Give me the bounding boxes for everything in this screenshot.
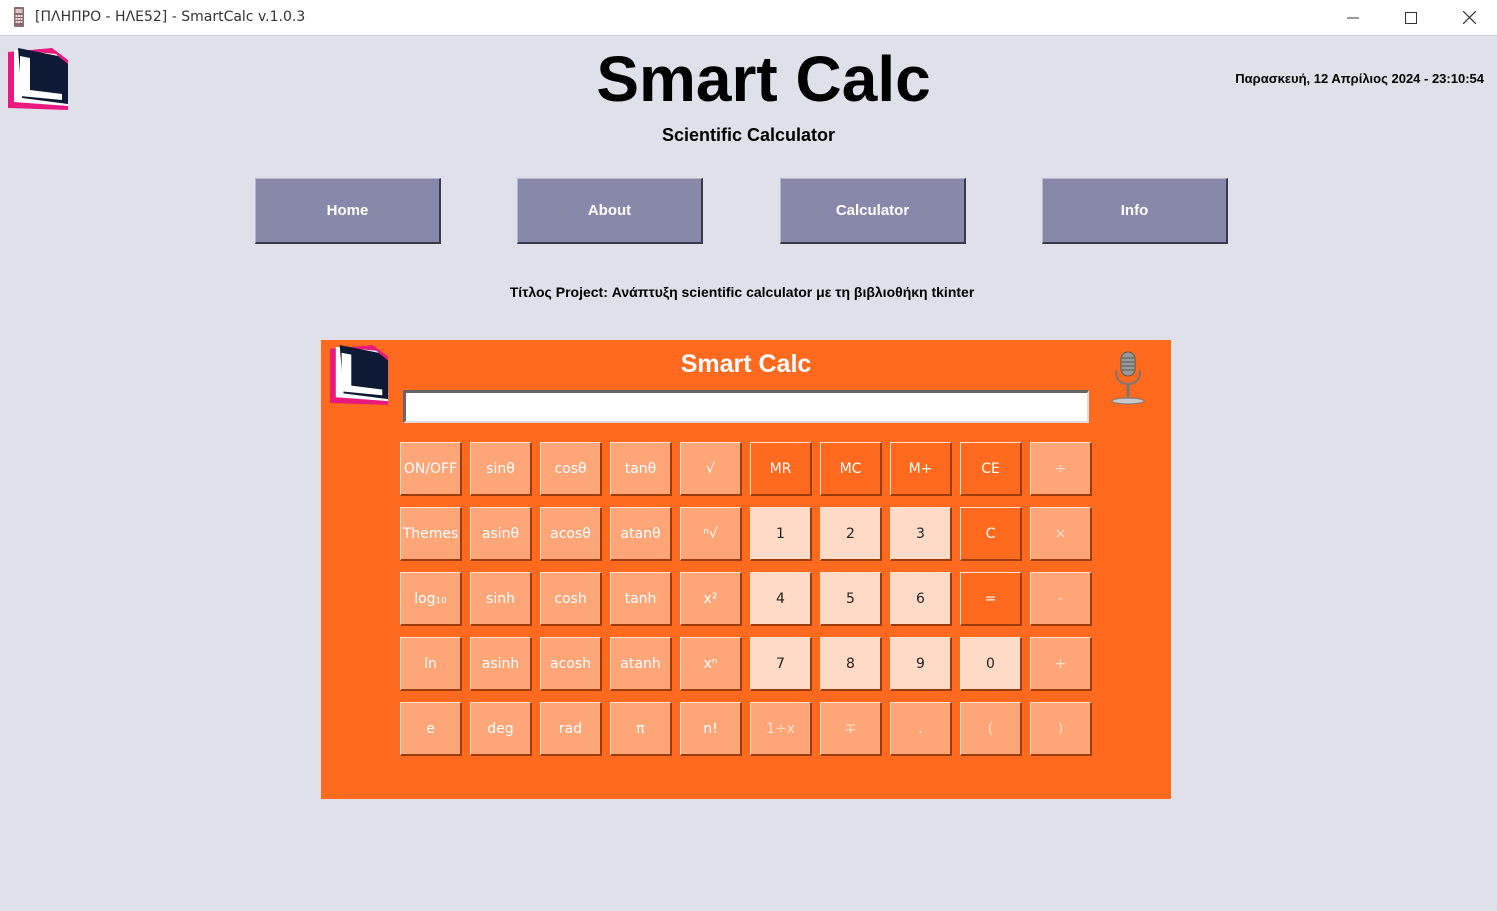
datetime-label: Παρασκευή, 12 Απρίλιος 2024 - 23:10:54 <box>1235 71 1484 86</box>
divide-button[interactable]: ÷ <box>1030 442 1092 496</box>
clear-entry-button[interactable]: CE <box>960 442 1022 496</box>
sqrt-button[interactable]: √ <box>680 442 742 496</box>
digit-7-button[interactable]: 7 <box>750 637 812 691</box>
maximize-icon <box>1405 11 1417 24</box>
sin-button[interactable]: sinθ <box>470 442 532 496</box>
reciprocal-button[interactable]: 1÷x <box>750 702 812 756</box>
radians-button[interactable]: rad <box>540 702 602 756</box>
nav-about-button[interactable]: About <box>517 178 703 244</box>
microphone-icon[interactable] <box>1109 350 1149 406</box>
project-title: Τίτλος Project: Ανάπτυξη scientific calc… <box>509 284 975 300</box>
calculator-title: Smart Calc <box>680 350 812 378</box>
cos-button[interactable]: cosθ <box>540 442 602 496</box>
atan-button[interactable]: atanθ <box>610 507 672 561</box>
open-paren-button[interactable]: ( <box>960 702 1022 756</box>
digit-8-button[interactable]: 8 <box>820 637 882 691</box>
tan-button[interactable]: tanθ <box>610 442 672 496</box>
close-icon <box>1462 11 1476 24</box>
decimal-point-button[interactable]: . <box>890 702 952 756</box>
digit-3-button[interactable]: 3 <box>890 507 952 561</box>
equals-button[interactable]: = <box>960 572 1022 626</box>
memory-clear-button[interactable]: MC <box>820 442 882 496</box>
calculator-keypad: ON/OFF sinθ cosθ tanθ √ MR MC M+ CE ÷ Themes asinθ a… <box>400 442 1092 756</box>
pi-button[interactable]: π <box>610 702 672 756</box>
add-button[interactable]: + <box>1030 637 1092 691</box>
window-title: [ΠΛΗΠΡΟ - ΗΛΕ52] - SmartCalc v.1.0.3 <box>35 9 306 25</box>
memory-add-button[interactable]: M+ <box>890 442 952 496</box>
nav-calculator-button[interactable]: Calculator <box>780 178 966 244</box>
digit-2-button[interactable]: 2 <box>820 507 882 561</box>
tanh-button[interactable]: tanh <box>610 572 672 626</box>
memory-recall-button[interactable]: MR <box>750 442 812 496</box>
close-paren-button[interactable]: ) <box>1030 702 1092 756</box>
factorial-button[interactable]: n! <box>680 702 742 756</box>
asin-button[interactable]: asinθ <box>470 507 532 561</box>
digit-9-button[interactable]: 9 <box>890 637 952 691</box>
calculator-panel: Smart Calc ON/OFF sinθ cosθ tanθ √ MR MC M+ CE ÷ T… <box>321 340 1171 799</box>
digit-1-button[interactable]: 1 <box>750 507 812 561</box>
on-off-button[interactable]: ON/OFF <box>400 442 462 496</box>
ln-button[interactable]: ln <box>400 637 462 691</box>
acos-button[interactable]: acosθ <box>540 507 602 561</box>
close-button[interactable] <box>1440 0 1497 35</box>
minimize-icon <box>1347 17 1359 18</box>
app-subtitle: Scientific Calculator <box>661 125 836 145</box>
atanh-button[interactable]: atanh <box>610 637 672 691</box>
nth-root-button[interactable]: ⁿ√ <box>680 507 742 561</box>
cosh-button[interactable]: cosh <box>540 572 602 626</box>
power-button[interactable]: xⁿ <box>680 637 742 691</box>
square-button[interactable]: x² <box>680 572 742 626</box>
nav-info-button[interactable]: Info <box>1042 178 1228 244</box>
subtract-button[interactable]: - <box>1030 572 1092 626</box>
digit-6-button[interactable]: 6 <box>890 572 952 626</box>
window-titlebar: [ΠΛΗΠΡΟ - ΗΛΕ52] - SmartCalc v.1.0.3 <box>0 0 1497 36</box>
calculator-display[interactable] <box>403 390 1089 423</box>
plus-minus-button[interactable]: ∓ <box>820 702 882 756</box>
asinh-button[interactable]: asinh <box>470 637 532 691</box>
digit-0-button[interactable]: 0 <box>960 637 1022 691</box>
app-icon <box>14 7 24 27</box>
degrees-button[interactable]: deg <box>470 702 532 756</box>
digit-5-button[interactable]: 5 <box>820 572 882 626</box>
log10-button[interactable]: log₁₀ <box>400 572 462 626</box>
euler-button[interactable]: e <box>400 702 462 756</box>
acosh-button[interactable]: acosh <box>540 637 602 691</box>
digit-4-button[interactable]: 4 <box>750 572 812 626</box>
minimize-button[interactable] <box>1324 0 1382 35</box>
sinh-button[interactable]: sinh <box>470 572 532 626</box>
multiply-button[interactable]: × <box>1030 507 1092 561</box>
themes-button[interactable]: Themes <box>400 507 462 561</box>
nav-home-button[interactable]: Home <box>255 178 441 244</box>
clear-button[interactable]: C <box>960 507 1022 561</box>
maximize-button[interactable] <box>1382 0 1440 35</box>
